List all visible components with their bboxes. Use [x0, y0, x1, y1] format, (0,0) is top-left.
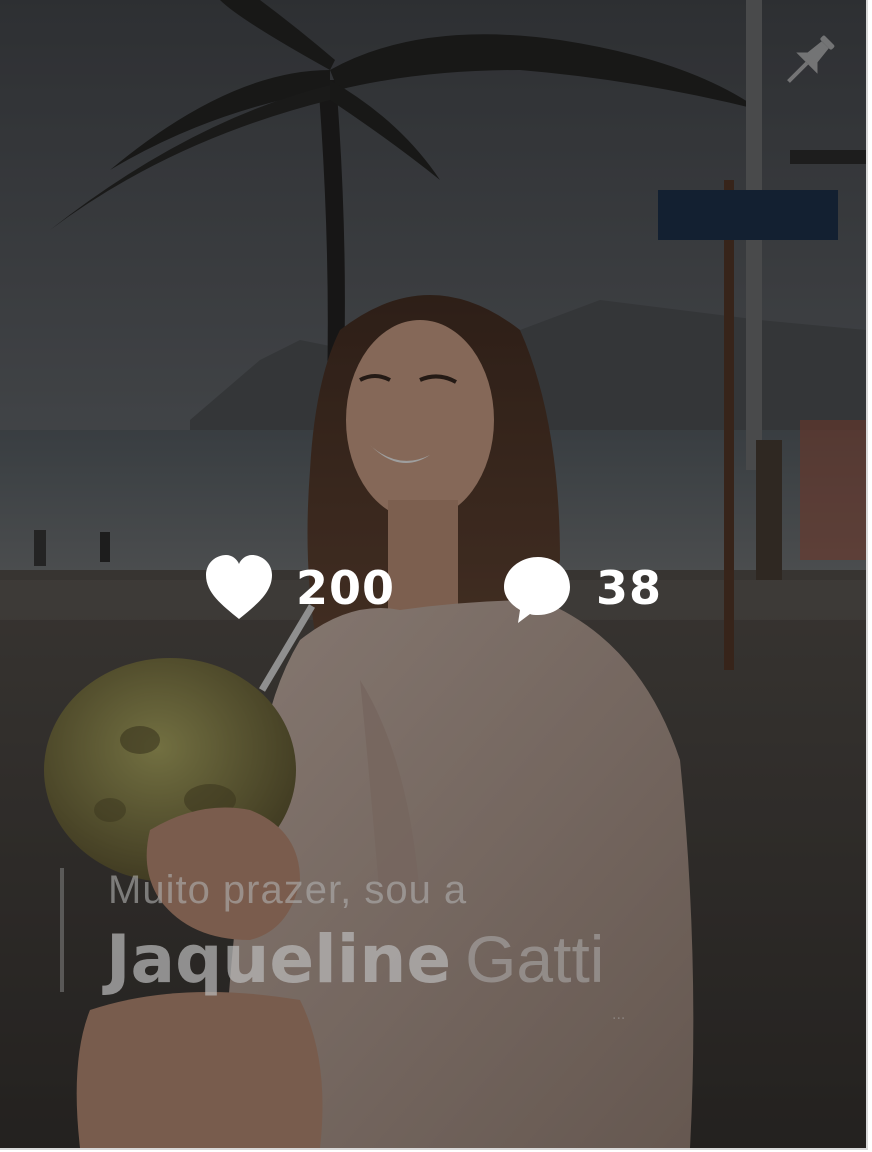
comments-count: 38: [596, 561, 663, 615]
comments-stat[interactable]: 38: [502, 548, 662, 628]
caption-greeting: Muito prazer, sou a: [108, 868, 468, 912]
caption-first-name: Jaqueline: [106, 921, 452, 998]
post-card[interactable]: 200 38 Muito prazer, sou a Jaqueline Gatt…: [0, 0, 868, 1150]
post-caption: Muito prazer, sou a Jaqueline Gatti ...: [60, 868, 820, 1038]
likes-stat[interactable]: 200: [204, 548, 395, 628]
caption-name: Jaqueline Gatti: [106, 920, 604, 999]
caption-divider: [60, 868, 64, 992]
caption-subtitle: ...: [612, 1006, 626, 1023]
heart-icon: [204, 553, 274, 623]
pin-icon[interactable]: [774, 26, 844, 96]
likes-count: 200: [296, 561, 396, 615]
post-stats: 200 38: [0, 548, 866, 628]
caption-last-name: Gatti: [465, 922, 605, 996]
speech-bubble-icon: [502, 553, 572, 623]
